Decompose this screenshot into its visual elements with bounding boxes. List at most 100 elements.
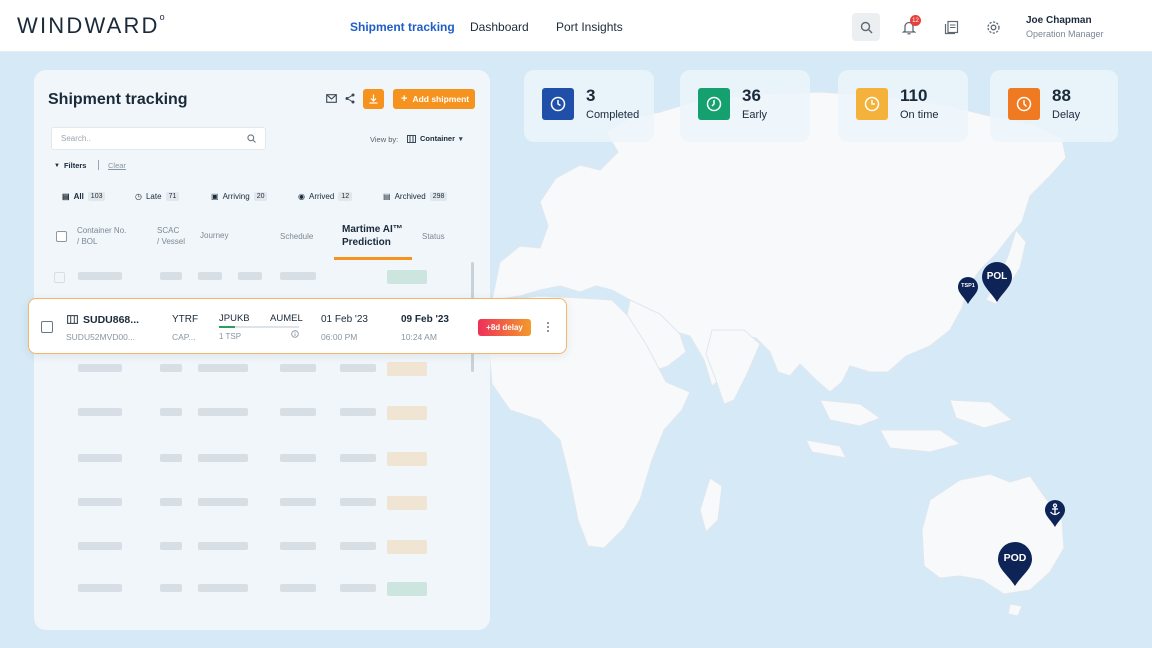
journey-progress-fill <box>219 326 235 328</box>
nav-dashboard[interactable]: Dashboard <box>470 20 529 34</box>
col-status[interactable]: Status <box>422 231 445 242</box>
search-icon <box>247 134 256 143</box>
bol-number: SUDU52MVD00... <box>66 332 135 342</box>
prediction-date: 09 Feb '23 <box>401 314 449 325</box>
nav-port-insights[interactable]: Port Insights <box>556 20 623 34</box>
share-icon <box>345 93 355 104</box>
add-shipment-label: Add shipment <box>412 94 470 104</box>
stat-label: Early <box>742 109 768 121</box>
view-by-value: Container <box>420 134 456 143</box>
table-row[interactable] <box>54 538 464 558</box>
row-checkbox[interactable] <box>41 321 53 333</box>
notifications-button[interactable]: 12 <box>895 13 923 41</box>
user-role: Operation Manager <box>1026 29 1104 39</box>
info-icon[interactable] <box>291 330 299 338</box>
schedule-time: 06:00 PM <box>321 332 358 342</box>
user-name[interactable]: Joe Chapman <box>1026 15 1092 26</box>
tab-count: 12 <box>338 192 353 201</box>
table-row[interactable] <box>54 450 464 470</box>
divider <box>98 160 99 170</box>
kebab-dot <box>547 326 549 328</box>
col-ai-prediction[interactable]: Martime AI™ Prediction <box>342 223 403 249</box>
stat-card-completed[interactable]: 3 Completed <box>524 70 654 142</box>
tab-arrived[interactable]: ◉ Arrived 12 <box>298 192 353 201</box>
list-icon: ▤ <box>62 192 70 201</box>
anchor-pin[interactable] <box>1044 500 1066 528</box>
tab-label: Archived <box>394 192 426 201</box>
stat-value: 110 <box>900 86 928 105</box>
top-bar: WINDWARDo Shipment tracking Dashboard Po… <box>0 0 1152 52</box>
stat-value: 3 <box>586 86 596 105</box>
active-column-indicator <box>334 257 412 260</box>
share-button[interactable] <box>345 93 355 104</box>
stat-card-early[interactable]: 36 Early <box>680 70 810 142</box>
col-container[interactable]: Container No. / BOL <box>77 225 126 247</box>
download-button[interactable] <box>363 89 384 109</box>
col-container-line2: / BOL <box>77 237 98 246</box>
clock-icon <box>856 88 888 120</box>
journey-origin: JPUKB <box>219 313 250 324</box>
tab-late[interactable]: ◷ Late 71 <box>135 192 180 201</box>
nav-shipment-tracking[interactable]: Shipment tracking <box>350 20 455 34</box>
clear-filters-link[interactable]: Clear <box>108 161 126 170</box>
stat-label: On time <box>900 109 939 121</box>
calendar-icon: ▣ <box>211 192 219 201</box>
add-shipment-button[interactable]: + Add shipment <box>393 89 475 109</box>
shipment-row-highlighted[interactable]: SUDU868... SUDU52MVD00... YTRF CAP... JP… <box>28 298 567 354</box>
tab-label: Late <box>145 192 162 201</box>
col-journey[interactable]: Journey <box>200 230 228 241</box>
search-icon <box>860 21 872 33</box>
container-icon <box>407 134 416 143</box>
kebab-dot <box>547 322 549 324</box>
pol-pin[interactable] <box>981 261 1013 303</box>
stat-card-delay[interactable]: 88 Delay <box>990 70 1118 142</box>
scac-code: YTRF <box>172 314 199 325</box>
clock-icon <box>542 88 574 120</box>
delay-status-badge: +8d delay <box>478 319 531 336</box>
tab-count: 103 <box>87 192 106 201</box>
col-scac[interactable]: SCAC / Vessel <box>157 225 185 247</box>
table-row[interactable] <box>54 360 464 380</box>
filters-toggle[interactable]: ▼ Filters <box>54 161 86 170</box>
schedule-date: 01 Feb '23 <box>321 314 368 325</box>
col-ai-line2: Prediction <box>342 237 391 248</box>
panel-title: Shipment tracking <box>48 91 188 108</box>
table-row[interactable] <box>54 494 464 514</box>
col-scac-line1: SCAC <box>157 226 180 235</box>
email-button[interactable] <box>326 94 337 103</box>
view-by-select[interactable]: Container ▾ <box>407 134 463 143</box>
pod-pin[interactable] <box>997 541 1033 587</box>
search-button[interactable] <box>852 13 880 41</box>
journey-destination: AUMEL <box>270 313 303 324</box>
col-ai-line1: Martime AI™ <box>342 224 403 235</box>
tab-all[interactable]: ▤ All 103 <box>62 192 106 201</box>
tab-archived[interactable]: ▤ Archived 298 <box>383 192 448 201</box>
col-schedule[interactable]: Schedule <box>280 231 313 242</box>
table-row[interactable] <box>54 404 464 424</box>
plus-icon: + <box>401 93 408 105</box>
search-input[interactable]: Search.. <box>51 127 266 150</box>
tab-arriving[interactable]: ▣ Arriving 20 <box>211 192 268 201</box>
select-all-checkbox[interactable] <box>56 231 67 242</box>
stat-card-on-time[interactable]: 110 On time <box>838 70 968 142</box>
windward-logo[interactable]: WINDWARDo <box>17 12 165 39</box>
tab-count: 71 <box>165 192 180 201</box>
pod-pin-label: POD <box>1003 552 1027 564</box>
table-row[interactable] <box>54 268 464 288</box>
container-number[interactable]: SUDU868... <box>83 314 139 326</box>
logo-text: WINDWARD <box>17 13 160 38</box>
email-icon <box>326 94 337 103</box>
search-placeholder: Search.. <box>61 134 91 143</box>
gear-icon <box>986 20 1000 34</box>
tab-count: 298 <box>429 192 448 201</box>
table-row[interactable] <box>54 580 464 600</box>
late-clock-icon: ◷ <box>135 192 142 201</box>
filters-label: Filters <box>63 161 87 170</box>
row-more-menu[interactable] <box>545 321 551 333</box>
settings-button[interactable] <box>979 13 1007 41</box>
vessel-name: CAP... <box>172 332 196 342</box>
stat-value: 88 <box>1052 86 1071 105</box>
col-container-line1: Container No. <box>77 226 127 235</box>
reports-button[interactable] <box>937 13 965 41</box>
tsp-pin[interactable] <box>957 277 979 305</box>
